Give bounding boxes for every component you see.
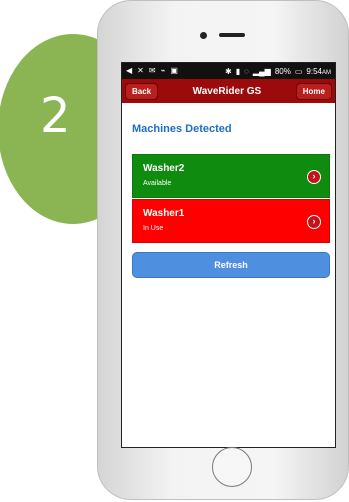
bluetooth-icon: ✱	[224, 66, 232, 76]
section-title: Machines Detected	[132, 123, 232, 135]
battery-icon: ▭	[294, 66, 303, 76]
home-hardware-button[interactable]	[212, 447, 252, 487]
chevron-right-icon: ›	[307, 215, 321, 229]
phone-screen: ◀ ✕ ✉ ⌁ ▣ ✱ ▮ ◌ ▂▄▆ 80% ▭ 9:54AM Back Wa…	[121, 62, 336, 448]
mail-icon: ✉	[148, 66, 156, 75]
machine-name: Washer2	[143, 163, 185, 174]
usb-icon: ⌁	[160, 66, 166, 75]
app-title: WaveRider GS	[192, 85, 262, 97]
signal-icon: ▂▄▆	[252, 66, 271, 76]
message-icon: ◀	[126, 66, 133, 75]
refresh-button[interactable]: Refresh	[132, 252, 330, 278]
tools-icon: ✕	[137, 66, 144, 75]
machine-item-washer2[interactable]: Washer2 Available ›	[132, 154, 330, 198]
nav-bar: Back WaveRider GS Home	[122, 79, 335, 103]
camera-icon	[200, 32, 207, 39]
machine-item-washer1[interactable]: Washer1 In Use ›	[132, 199, 330, 243]
machine-status: Available	[143, 180, 172, 187]
image-icon: ▣	[170, 66, 178, 75]
clock: 9:54AM	[306, 66, 331, 76]
status-bar: ◀ ✕ ✉ ⌁ ▣ ✱ ▮ ◌ ▂▄▆ 80% ▭ 9:54AM	[122, 63, 335, 79]
battery-percent: 80%	[274, 66, 291, 76]
back-button[interactable]: Back	[125, 82, 159, 100]
chevron-right-icon: ›	[307, 170, 321, 184]
machine-status: In Use	[143, 225, 164, 232]
speaker-icon	[219, 33, 245, 37]
machine-name: Washer1	[143, 208, 185, 219]
nfc-icon: ▮	[235, 66, 241, 76]
step-number: 2	[40, 88, 71, 144]
system-icons: ✱ ▮ ◌ ▂▄▆ 80% ▭ 9:54AM	[225, 67, 331, 76]
home-button[interactable]: Home	[295, 82, 332, 100]
notification-icons: ◀ ✕ ✉ ⌁ ▣	[126, 67, 178, 75]
sync-icon: ◌	[244, 66, 249, 76]
